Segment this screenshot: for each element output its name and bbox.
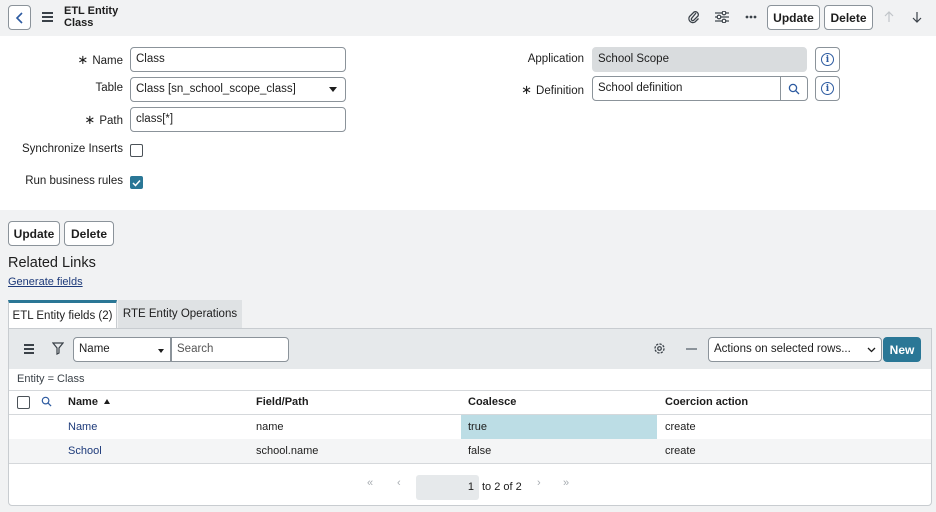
definition-info-button[interactable]: i xyxy=(815,76,840,101)
filter-icon[interactable] xyxy=(51,342,65,358)
chevron-down-icon xyxy=(867,347,876,353)
definition-field[interactable]: School definition xyxy=(592,76,808,101)
path-field[interactable]: class[*] xyxy=(130,107,346,132)
column-search-icon[interactable] xyxy=(41,396,52,410)
search-input[interactable]: Search xyxy=(171,337,289,362)
name-label: ∗ Name xyxy=(77,52,123,67)
row-name-link[interactable]: School xyxy=(68,445,102,457)
table-row[interactable]: School school.name false create xyxy=(9,439,931,463)
table-label: Table xyxy=(95,82,124,94)
gear-icon[interactable] xyxy=(653,342,666,358)
row-coalesce: true xyxy=(468,421,487,433)
update-button[interactable]: Update xyxy=(767,5,820,30)
required-icon: ∗ xyxy=(77,52,89,67)
update-button-bottom[interactable]: Update xyxy=(8,221,60,246)
paperclip-icon[interactable] xyxy=(686,9,702,25)
last-page-icon[interactable]: » xyxy=(563,477,569,489)
chevron-left-icon xyxy=(15,11,23,24)
form-body: ∗ Name Class Table Class [sn_school_scope… xyxy=(0,36,936,210)
column-header-coalesce[interactable]: Coalesce xyxy=(468,396,516,408)
list-menu-icon[interactable] xyxy=(24,344,34,354)
page-number-input[interactable]: 1 xyxy=(416,475,479,500)
definition-label: ∗ Definition xyxy=(521,82,584,97)
select-all-checkbox[interactable] xyxy=(17,396,30,409)
checkmark-icon xyxy=(132,179,141,187)
chevron-down-icon xyxy=(329,87,337,92)
title-line-2: Class xyxy=(64,17,94,29)
required-icon: ∗ xyxy=(84,112,96,127)
row-coalesce: false xyxy=(468,445,492,457)
delete-button-bottom[interactable]: Delete xyxy=(64,221,114,246)
menu-icon[interactable] xyxy=(42,12,53,22)
actions-select-value: Actions on selected rows... xyxy=(714,343,851,355)
run-rules-checkbox[interactable] xyxy=(130,176,143,189)
required-icon: ∗ xyxy=(521,82,533,97)
breadcrumb[interactable]: Entity = Class xyxy=(17,373,85,385)
table-select[interactable]: Class [sn_school_scope_class] xyxy=(130,77,346,102)
row-name-link[interactable]: Name xyxy=(68,421,97,433)
row-coercion: create xyxy=(665,421,696,433)
divider xyxy=(9,463,931,464)
page-title: ETL Entity Class xyxy=(64,5,118,29)
row-path: school.name xyxy=(256,445,319,457)
settings-sliders-icon[interactable] xyxy=(714,9,730,25)
more-options-icon[interactable] xyxy=(743,9,759,25)
column-header-coercion[interactable]: Coercion action xyxy=(665,396,748,408)
table-select-value: Class [sn_school_scope_class] xyxy=(136,83,296,95)
application-label: Application xyxy=(527,53,584,65)
info-icon: i xyxy=(821,53,834,66)
column-header-name[interactable]: Name xyxy=(68,396,111,408)
filter-field-select[interactable]: Name xyxy=(73,337,171,362)
sync-inserts-checkbox[interactable] xyxy=(130,144,143,157)
list-toolbar: Name Search Actions on selected rows... … xyxy=(9,329,931,369)
new-button[interactable]: New xyxy=(883,337,921,362)
search-icon xyxy=(788,83,800,94)
column-header-field-path[interactable]: Field/Path xyxy=(256,396,309,408)
back-button[interactable] xyxy=(8,5,31,30)
definition-value: School definition xyxy=(598,82,683,94)
path-label: ∗ Path xyxy=(84,112,123,127)
collapse-icon[interactable] xyxy=(686,348,697,350)
chevron-down-icon xyxy=(158,349,164,353)
title-line-1: ETL Entity xyxy=(64,5,119,17)
next-page-icon[interactable]: › xyxy=(537,477,541,489)
arrow-down-icon[interactable] xyxy=(909,9,925,25)
application-field: School Scope xyxy=(592,47,807,72)
row-path: name xyxy=(256,421,284,433)
sync-inserts-label: Synchronize Inserts xyxy=(22,143,123,155)
sort-ascending-icon xyxy=(104,399,111,404)
arrow-up-icon[interactable] xyxy=(881,9,897,25)
table-row[interactable]: Name name true create xyxy=(9,415,931,439)
info-icon: i xyxy=(821,82,834,95)
first-page-icon[interactable]: « xyxy=(367,477,373,489)
divider xyxy=(9,390,931,391)
tab-etl-entity-fields[interactable]: ETL Entity fields (2) xyxy=(8,300,117,328)
form-header: ETL Entity Class Update Delete xyxy=(0,0,936,36)
related-list-panel: Name Search Actions on selected rows... … xyxy=(8,328,932,506)
related-links-heading: Related Links xyxy=(8,255,96,271)
name-field[interactable]: Class xyxy=(130,47,346,72)
run-rules-label: Run business rules xyxy=(25,175,123,187)
tab-rte-entity-operations[interactable]: RTE Entity Operations xyxy=(118,300,242,328)
delete-button[interactable]: Delete xyxy=(824,5,873,30)
coalesce-highlight xyxy=(461,415,657,439)
filter-field-value: Name xyxy=(79,343,110,355)
generate-fields-link[interactable]: Generate fields xyxy=(8,276,83,288)
row-coercion: create xyxy=(665,445,696,457)
application-info-button[interactable]: i xyxy=(815,47,840,72)
actions-select[interactable]: Actions on selected rows... xyxy=(708,337,882,362)
lookup-button[interactable] xyxy=(780,76,807,101)
pager-range: to 2 of 2 xyxy=(482,481,522,493)
prev-page-icon[interactable]: ‹ xyxy=(397,477,401,489)
